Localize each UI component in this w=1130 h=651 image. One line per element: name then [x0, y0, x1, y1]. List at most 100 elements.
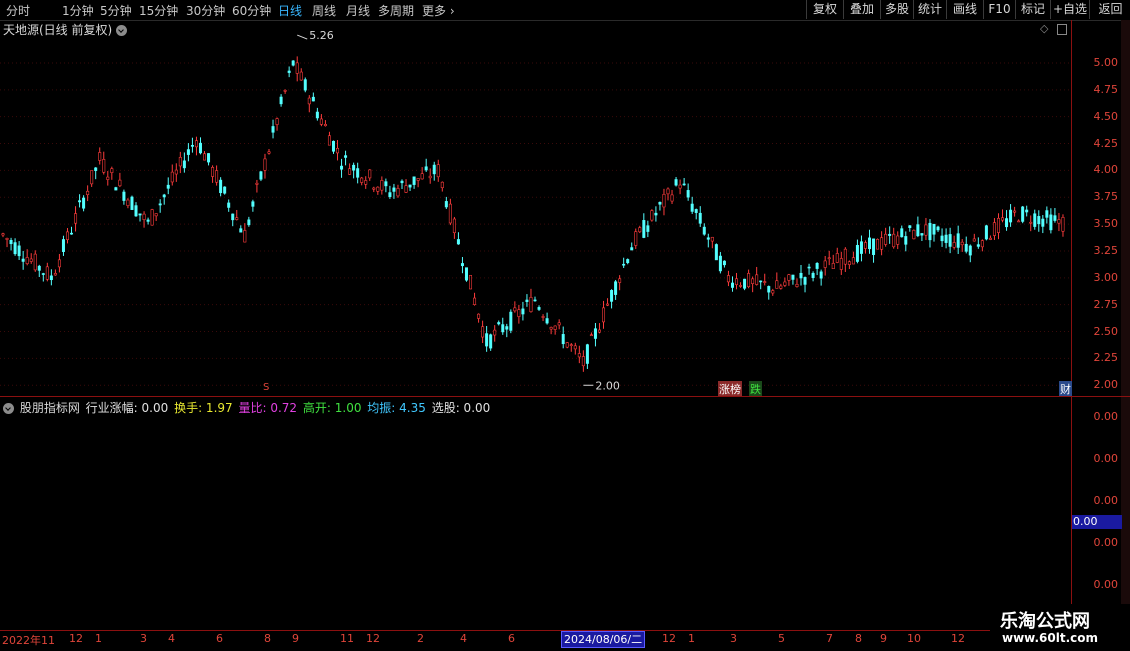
- candle-body: [714, 244, 718, 261]
- candle-body: [517, 309, 521, 317]
- period-30min[interactable]: 30分钟: [186, 2, 225, 19]
- candle-body: [473, 297, 477, 305]
- candle-body: [416, 178, 420, 181]
- candle-body: [106, 176, 110, 180]
- candle-body: [984, 225, 988, 240]
- candle-body: [1053, 215, 1057, 221]
- s-marker: S: [263, 382, 270, 393]
- cursor-date: 2024/08/06/二: [561, 631, 646, 648]
- date-tick: 3: [140, 632, 147, 645]
- candle-body: [223, 186, 227, 194]
- candle-body: [505, 326, 509, 330]
- candle-body: [283, 90, 287, 92]
- stats-button[interactable]: 统计: [913, 0, 946, 19]
- candle-body: [948, 234, 952, 247]
- overlay-button[interactable]: 叠加: [843, 0, 880, 19]
- candle-body: [807, 266, 811, 269]
- draw-line-button[interactable]: 画线: [946, 0, 983, 19]
- multi-stock-button[interactable]: 多股: [880, 0, 913, 19]
- back-button[interactable]: 返回: [1089, 0, 1130, 19]
- fuquan-button[interactable]: 复权: [806, 0, 843, 19]
- date-tick: 7: [826, 632, 833, 645]
- period-60min[interactable]: 60分钟: [232, 2, 271, 19]
- candle-body: [428, 175, 432, 179]
- candle-body: [150, 209, 154, 226]
- candle-body: [872, 238, 876, 255]
- candle-body: [988, 237, 992, 240]
- period-fenshi[interactable]: 分时: [6, 2, 30, 19]
- add-watchlist-button[interactable]: +自选: [1050, 0, 1089, 19]
- date-tick: 9: [880, 632, 887, 645]
- candle-body: [489, 334, 493, 349]
- date-tick: 5: [778, 632, 785, 645]
- f10-button[interactable]: F10: [983, 0, 1015, 19]
- candle-body: [698, 212, 702, 224]
- candle-body: [227, 202, 231, 208]
- candle-body: [311, 96, 315, 102]
- candle-body: [1045, 210, 1049, 218]
- candle-body: [767, 286, 771, 293]
- candle-body: [45, 266, 49, 280]
- period-1min[interactable]: 1分钟: [62, 2, 94, 19]
- candle-body: [577, 353, 581, 358]
- candle-body: [722, 260, 726, 266]
- tag-button[interactable]: 标记: [1015, 0, 1050, 19]
- date-tick: 10: [907, 632, 921, 645]
- candle-body: [78, 200, 82, 203]
- candle-body: [130, 196, 134, 210]
- candle-body: [194, 140, 198, 148]
- price-tick-label: 3.50: [1093, 217, 1119, 231]
- candle-body: [569, 344, 573, 346]
- period-5min[interactable]: 5分钟: [100, 2, 132, 19]
- candle-body: [972, 238, 976, 242]
- candle-body: [509, 311, 513, 331]
- candle-body: [25, 257, 29, 264]
- price-axis-border: [1071, 20, 1072, 630]
- candle-body: [384, 181, 388, 187]
- candle-body: [747, 273, 751, 288]
- date-tick: 12: [662, 632, 676, 645]
- candle-body: [102, 159, 106, 173]
- low-price-label: 2.00: [595, 379, 620, 392]
- price-tick-label: 4.75: [1093, 82, 1119, 96]
- candle-body: [771, 290, 775, 294]
- candle-body: [1001, 217, 1005, 221]
- date-tick: 3: [730, 632, 737, 645]
- candle-body: [303, 79, 307, 91]
- period-more[interactable]: 更多 ›: [422, 2, 455, 19]
- period-weekly[interactable]: 周线: [312, 2, 336, 19]
- candle-body: [759, 280, 763, 283]
- candle-body: [589, 334, 593, 337]
- candle-body: [880, 237, 884, 250]
- indicator-menu-icon[interactable]: [3, 403, 14, 414]
- indicator-name[interactable]: 股朋指标网: [20, 401, 80, 415]
- candle-body: [110, 168, 114, 173]
- candle-body: [892, 233, 896, 248]
- price-tick-label: 2.50: [1093, 324, 1119, 338]
- more-label: 更多: [422, 4, 447, 18]
- candle-body: [315, 111, 319, 119]
- date-axis[interactable]: [0, 630, 990, 651]
- candle-body: [1025, 209, 1029, 213]
- candle-body: [271, 126, 275, 133]
- candle-body: [654, 212, 658, 216]
- candle-body: [835, 253, 839, 263]
- price-tick-label: 2.75: [1093, 297, 1119, 311]
- period-15min[interactable]: 15分钟: [139, 2, 178, 19]
- candle-body: [186, 149, 190, 155]
- candle-body: [980, 240, 984, 248]
- candle-body: [561, 334, 565, 345]
- candle-body: [380, 180, 384, 191]
- candle-body: [275, 118, 279, 125]
- price-tick-label: 3.75: [1093, 190, 1119, 204]
- candle-body: [859, 241, 863, 254]
- candle-body: [614, 281, 618, 295]
- indicator-tick-label: 0.00: [1093, 494, 1119, 507]
- candle-body: [432, 164, 436, 175]
- candle-body: [61, 239, 65, 252]
- side-scrollbar[interactable]: [1121, 20, 1130, 630]
- period-daily[interactable]: 日线: [278, 2, 302, 19]
- candle-body: [630, 247, 634, 251]
- period-multi[interactable]: 多周期: [378, 2, 414, 19]
- period-monthly[interactable]: 月线: [346, 2, 370, 19]
